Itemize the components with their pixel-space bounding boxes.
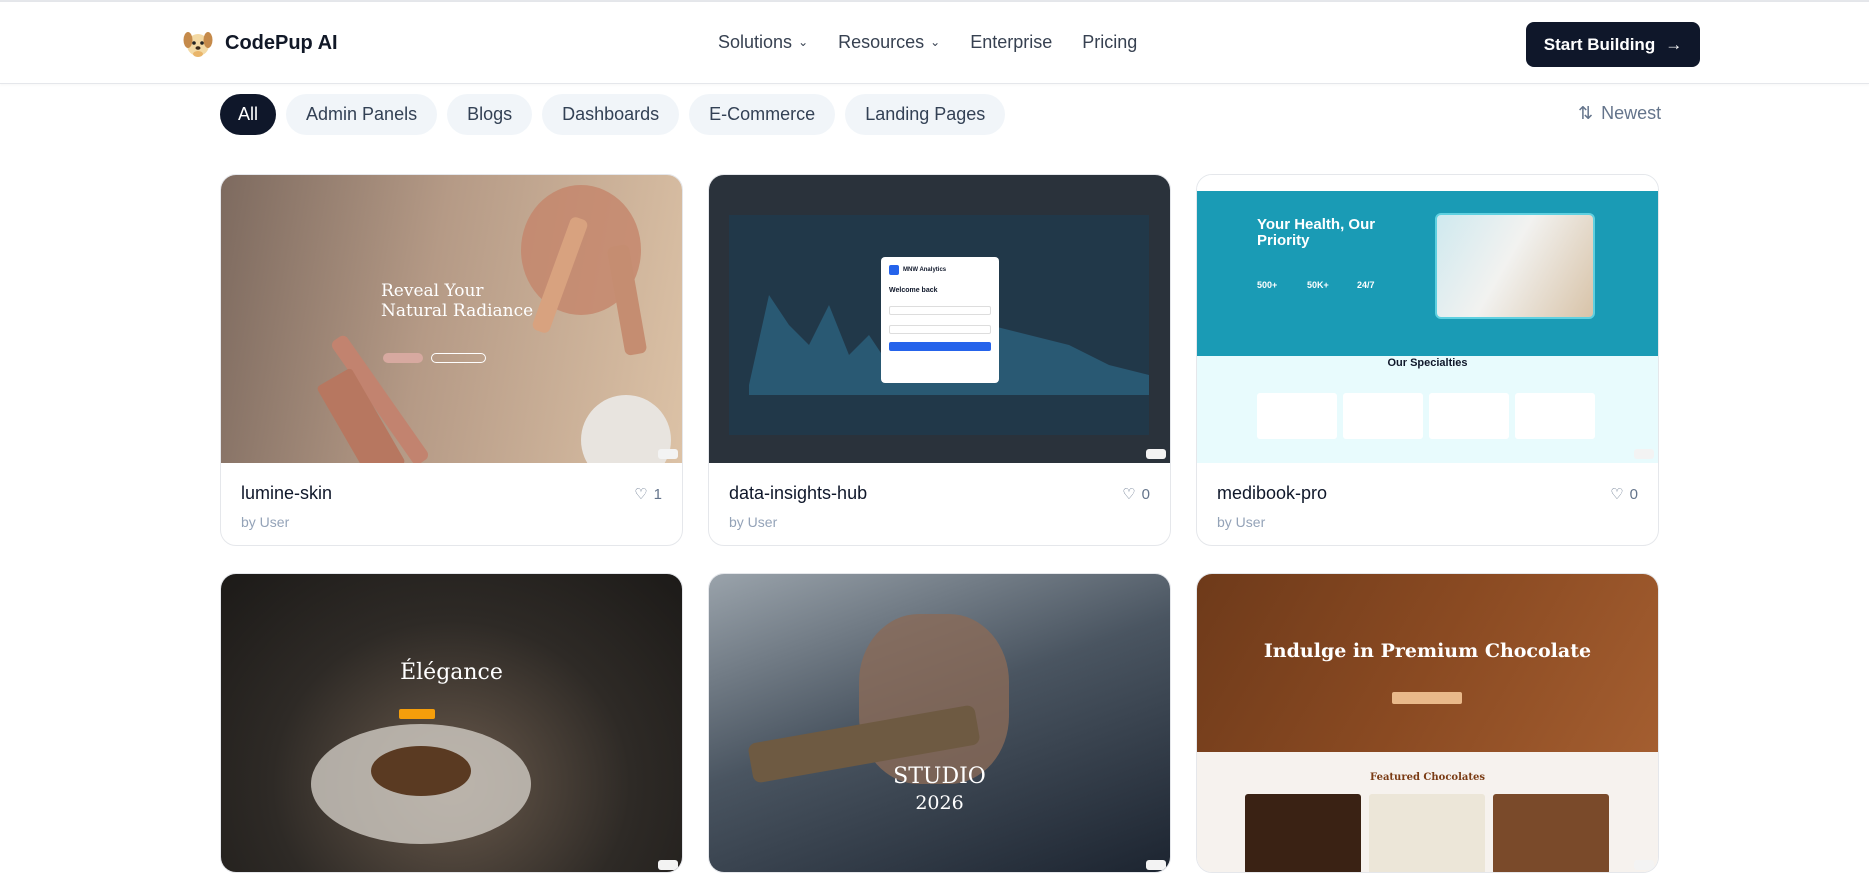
project-thumbnail: MNW Analytics Welcome back — [709, 175, 1170, 463]
heart-icon: ♡ — [1122, 486, 1136, 503]
project-card[interactable]: Your Health, Our Priority 500+ 50K+ 24/7… — [1196, 174, 1659, 546]
preview-headline-1: STUDIO — [893, 764, 986, 789]
card-meta: medibook-pro by User ♡ 0 — [1197, 463, 1658, 545]
preview-headline: Élégance — [400, 660, 503, 685]
preview-badge — [1146, 449, 1166, 459]
like-button[interactable]: ♡ 1 — [634, 485, 662, 504]
project-card[interactable]: STUDIO 2026 — [708, 573, 1171, 873]
filter-admin-panels[interactable]: Admin Panels — [286, 94, 438, 135]
like-count: 0 — [1629, 485, 1638, 503]
filter-blogs[interactable]: Blogs — [447, 94, 533, 135]
project-name: medibook-pro — [1217, 483, 1328, 503]
filter-all[interactable]: All — [220, 94, 277, 135]
cta-label: Start Building — [1543, 34, 1656, 54]
project-card[interactable]: MNW Analytics Welcome back data-insights… — [708, 174, 1171, 546]
nav-label: Enterprise — [970, 32, 1053, 52]
project-thumbnail: Indulge in Premium Chocolate Featured Ch… — [1197, 574, 1658, 872]
preview-headline-2: 2026 — [915, 792, 964, 814]
project-thumbnail: Élégance — [221, 574, 682, 872]
nav-resources[interactable]: Resources ⌄ — [838, 32, 940, 53]
project-author: by User — [241, 514, 290, 530]
site-header: CodePup AI Solutions ⌄ Resources ⌄ Enter… — [0, 2, 1869, 84]
category-filters: All Admin Panels Blogs Dashboards E-Comm… — [220, 94, 1006, 135]
project-card[interactable]: Indulge in Premium Chocolate Featured Ch… — [1196, 573, 1659, 873]
preview-section-title: Featured Chocolates — [1370, 772, 1485, 783]
project-thumbnail: STUDIO 2026 — [709, 574, 1170, 872]
filter-landing-pages[interactable]: Landing Pages — [845, 94, 1006, 135]
project-author: by User — [729, 514, 778, 530]
filter-e-commerce[interactable]: E-Commerce — [689, 94, 836, 135]
logo[interactable]: CodePup AI — [181, 26, 338, 60]
preview-section-title: Our Specialties — [1387, 357, 1468, 369]
preview-brand: MNW Analytics — [903, 267, 947, 273]
like-button[interactable]: ♡ 0 — [1122, 485, 1150, 504]
like-count: 1 — [653, 485, 662, 503]
preview-title: Welcome back — [889, 287, 938, 294]
arrow-right-icon: → — [1665, 34, 1683, 54]
main-nav: Solutions ⌄ Resources ⌄ Enterprise Prici… — [718, 32, 1137, 53]
project-author: by User — [1217, 514, 1266, 530]
puppy-logo-icon — [183, 32, 213, 57]
preview-headline-2: Natural Radiance — [381, 301, 534, 321]
sort-dropdown[interactable]: ⇅ Newest — [1578, 103, 1661, 124]
preview-headline-1: Reveal Your — [381, 281, 484, 301]
brand-name: CodePup AI — [225, 31, 338, 54]
project-card[interactable]: Élégance — [220, 573, 683, 873]
preview-badge — [658, 449, 678, 459]
like-count: 0 — [1141, 485, 1150, 503]
preview-headline: Indulge in Premium Chocolate — [1263, 640, 1592, 662]
like-button[interactable]: ♡ 0 — [1610, 485, 1638, 504]
nav-solutions[interactable]: Solutions ⌄ — [718, 32, 808, 53]
preview-badge — [1146, 860, 1166, 870]
filter-dashboards[interactable]: Dashboards — [542, 94, 680, 135]
nav-label: Solutions — [718, 32, 793, 52]
nav-pricing[interactable]: Pricing — [1082, 32, 1137, 53]
preview-stat-3: 24/7 — [1357, 280, 1375, 290]
card-meta: lumine-skin by User ♡ 1 — [221, 463, 682, 545]
heart-icon: ♡ — [634, 486, 648, 503]
project-thumbnail: Your Health, Our Priority 500+ 50K+ 24/7… — [1197, 175, 1658, 463]
preview-badge — [1634, 449, 1654, 459]
sort-icon: ⇅ — [1578, 103, 1594, 123]
nav-label: Resources — [838, 32, 925, 52]
project-thumbnail: Reveal Your Natural Radiance — [221, 175, 682, 463]
project-name: data-insights-hub — [729, 483, 868, 503]
preview-badge — [1634, 860, 1654, 870]
start-building-button[interactable]: Start Building → — [1526, 22, 1700, 67]
card-meta: data-insights-hub by User ♡ 0 — [709, 463, 1170, 545]
project-name: lumine-skin — [241, 483, 333, 503]
project-card[interactable]: Reveal Your Natural Radiance lumine-skin… — [220, 174, 683, 546]
heart-icon: ♡ — [1610, 486, 1624, 503]
preview-headline: Your Health, Our Priority — [1257, 216, 1376, 249]
chevron-down-icon: ⌄ — [930, 34, 941, 49]
sort-label: Newest — [1601, 103, 1662, 123]
nav-enterprise[interactable]: Enterprise — [970, 32, 1052, 53]
nav-label: Pricing — [1082, 32, 1138, 52]
chevron-down-icon: ⌄ — [798, 34, 809, 49]
preview-stat-2: 50K+ — [1307, 280, 1329, 290]
preview-badge — [658, 860, 678, 870]
preview-stat-1: 500+ — [1257, 280, 1278, 290]
